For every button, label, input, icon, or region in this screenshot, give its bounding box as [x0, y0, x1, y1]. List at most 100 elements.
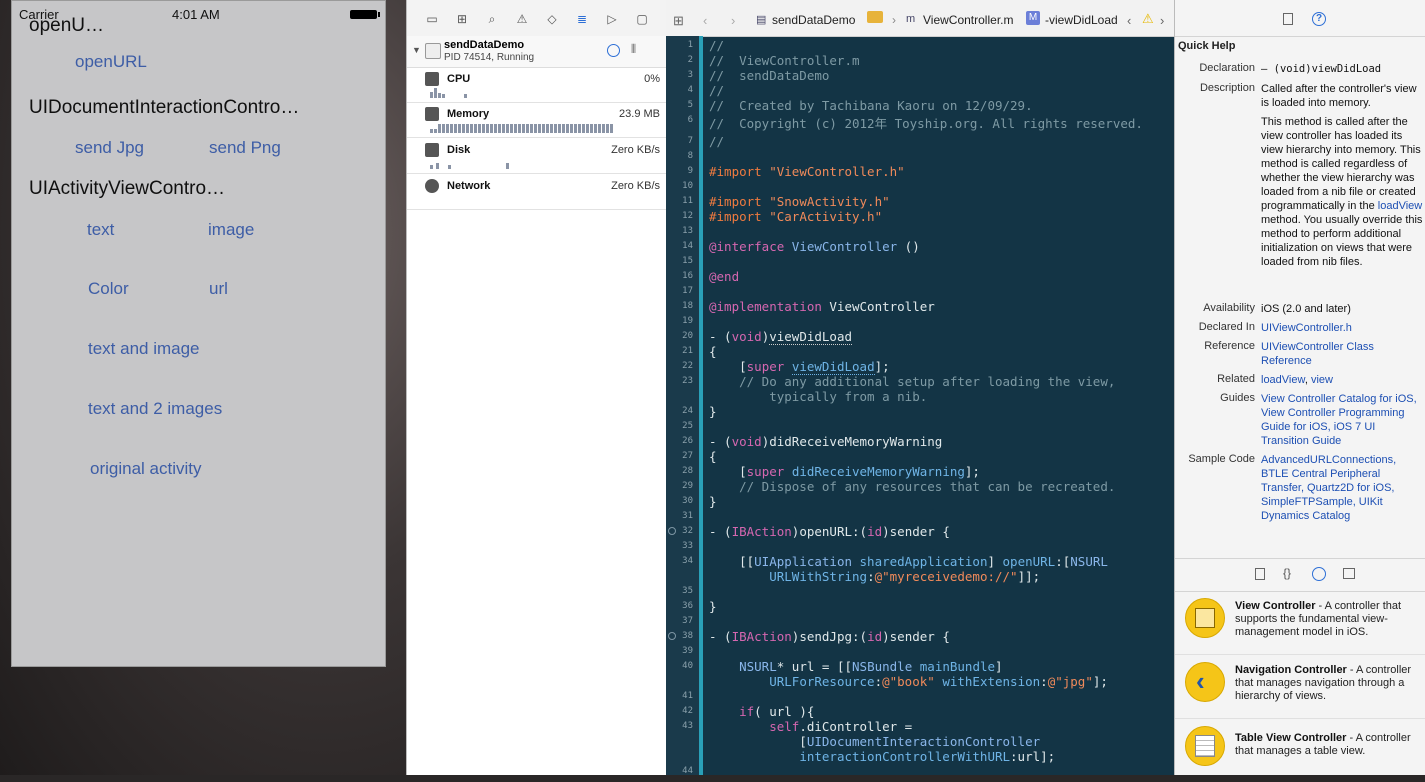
file-template-library-icon[interactable]	[1255, 568, 1265, 580]
network-gauge[interactable]: Network Zero KB/s	[407, 174, 666, 210]
open-url-button[interactable]: openURL	[75, 52, 147, 72]
folder-icon[interactable]	[867, 11, 883, 23]
file-inspector-icon[interactable]	[1283, 13, 1293, 25]
line-number[interactable]: 6	[688, 115, 693, 125]
back-arrow-icon[interactable]: ‹	[703, 13, 707, 28]
code-snippet-library-icon[interactable]: {}	[1283, 566, 1291, 580]
line-number[interactable]: 9	[688, 166, 693, 176]
line-number[interactable]: 36	[682, 601, 693, 611]
find-navigator-icon[interactable]: ⌕	[485, 12, 499, 26]
disk-gauge[interactable]: Disk Zero KB/s	[407, 138, 666, 174]
library-item-view-controller[interactable]: View Controller - A controller that supp…	[1175, 590, 1425, 655]
line-number[interactable]: 15	[682, 256, 693, 266]
library-item-table-view-controller[interactable]: Table View Controller - A controller tha…	[1175, 718, 1425, 782]
line-number[interactable]: 10	[682, 181, 693, 191]
color-button[interactable]: Color	[88, 279, 129, 299]
line-number[interactable]: 17	[682, 286, 693, 296]
line-number[interactable]: 19	[682, 316, 693, 326]
line-number[interactable]: 13	[682, 226, 693, 236]
line-number[interactable]: 27	[682, 451, 693, 461]
line-number-gutter[interactable]: 1 2 3 4 5 6 7 8 9 10 11 12 13 14 15 16 17 18 19 20 21 22 23 24 2…	[666, 36, 699, 776]
ibaction-connection-icon[interactable]	[668, 632, 676, 640]
line-number[interactable]: 24	[682, 406, 693, 416]
line-number[interactable]: 18	[682, 301, 693, 311]
memory-gauge[interactable]: Memory 23.9 MB	[407, 102, 666, 138]
ibaction-connection-icon[interactable]	[668, 527, 676, 535]
line-number[interactable]: 23	[682, 376, 693, 386]
line-number[interactable]: 11	[682, 196, 693, 206]
line-number[interactable]: 34	[682, 556, 693, 566]
text-button[interactable]: text	[87, 220, 114, 240]
line-number[interactable]: 5	[688, 100, 693, 110]
line-number[interactable]: 43	[682, 721, 693, 731]
line-number[interactable]: 30	[682, 496, 693, 506]
line-number[interactable]: 1	[688, 40, 693, 50]
cpu-gauge[interactable]: CPU 0%	[407, 67, 666, 103]
next-issue-icon[interactable]: ›	[1160, 13, 1164, 28]
reference-link[interactable]: UIViewController Class Reference	[1261, 340, 1423, 368]
process-row[interactable]: ▼ sendDataDemo PID 74514, Running ⫴	[407, 36, 666, 68]
previous-issue-icon[interactable]: ‹	[1127, 13, 1131, 28]
loadview-link[interactable]: loadView	[1378, 200, 1422, 212]
line-number[interactable]: 39	[682, 646, 693, 656]
line-number[interactable]: 29	[682, 481, 693, 491]
disclosure-triangle-icon[interactable]: ▼	[412, 45, 421, 55]
line-number[interactable]: 7	[688, 136, 693, 146]
image-button[interactable]: image	[208, 220, 254, 240]
text-and-image-button[interactable]: text and image	[88, 339, 200, 359]
line-number[interactable]: 12	[682, 211, 693, 221]
line-number[interactable]: 32	[682, 526, 693, 536]
guides-links[interactable]: View Controller Catalog for iOS, View Co…	[1261, 392, 1423, 448]
thread-view-icon[interactable]: ⫴	[631, 42, 636, 57]
related-view-link[interactable]: view	[1311, 374, 1333, 386]
line-number[interactable]: 42	[682, 706, 693, 716]
line-number[interactable]: 41	[682, 691, 693, 701]
line-number[interactable]: 28	[682, 466, 693, 476]
code-text[interactable]: // // ViewController.m // sendDataDemo /…	[709, 36, 1169, 775]
object-library-icon[interactable]	[1312, 567, 1326, 581]
gauge-icon[interactable]	[607, 44, 620, 57]
sample-code-links[interactable]: AdvancedURLConnections, BTLE Central Per…	[1261, 453, 1423, 523]
symbol-navigator-icon[interactable]: ⊞	[455, 12, 469, 26]
line-number[interactable]: 22	[682, 361, 693, 371]
jump-bar-method[interactable]: -viewDidLoad	[1045, 13, 1118, 27]
line-number[interactable]: 14	[682, 241, 693, 251]
test-navigator-icon[interactable]: ◇	[545, 12, 559, 26]
library-item-navigation-controller[interactable]: ‹ Navigation Controller - A controller t…	[1175, 654, 1425, 719]
line-number[interactable]: 3	[688, 70, 693, 80]
line-number[interactable]: 2	[688, 55, 693, 65]
jump-bar-file[interactable]: ViewController.m	[923, 13, 1013, 27]
line-number[interactable]: 40	[682, 661, 693, 671]
sparkline-bar	[522, 124, 525, 133]
quick-help-icon[interactable]: ?	[1312, 12, 1326, 26]
issue-navigator-icon[interactable]: ⚠	[515, 12, 529, 26]
line-number[interactable]: 4	[688, 85, 693, 95]
line-number[interactable]: 33	[682, 541, 693, 551]
project-navigator-icon[interactable]: ▭	[425, 12, 439, 26]
declared-in-link[interactable]: UIViewController.h	[1261, 321, 1423, 335]
related-loadview-link[interactable]: loadView	[1261, 374, 1305, 386]
line-number[interactable]: 21	[682, 346, 693, 356]
line-number[interactable]: 20	[682, 331, 693, 341]
debug-navigator-icon[interactable]: ≣	[575, 12, 589, 26]
breakpoint-navigator-icon[interactable]: ▷	[605, 12, 619, 26]
media-library-icon[interactable]	[1343, 568, 1355, 579]
warning-icon[interactable]: ⚠	[1142, 11, 1154, 27]
send-png-button[interactable]: send Png	[209, 138, 281, 158]
line-number[interactable]: 31	[682, 511, 693, 521]
line-number[interactable]: 25	[682, 421, 693, 431]
original-activity-button[interactable]: original activity	[90, 459, 202, 479]
related-items-icon[interactable]: ⊞	[673, 13, 684, 29]
line-number[interactable]: 35	[682, 586, 693, 596]
text-and-2-images-button[interactable]: text and 2 images	[88, 399, 222, 419]
jump-bar-project[interactable]: sendDataDemo	[772, 13, 855, 27]
line-number[interactable]: 38	[682, 631, 693, 641]
log-navigator-icon[interactable]: ▢	[635, 12, 649, 26]
url-button[interactable]: url	[209, 279, 228, 299]
line-number[interactable]: 37	[682, 616, 693, 626]
forward-arrow-icon[interactable]: ›	[731, 13, 735, 28]
line-number[interactable]: 26	[682, 436, 693, 446]
line-number[interactable]: 16	[682, 271, 693, 281]
line-number[interactable]: 8	[688, 151, 693, 161]
send-jpg-button[interactable]: send Jpg	[75, 138, 144, 158]
